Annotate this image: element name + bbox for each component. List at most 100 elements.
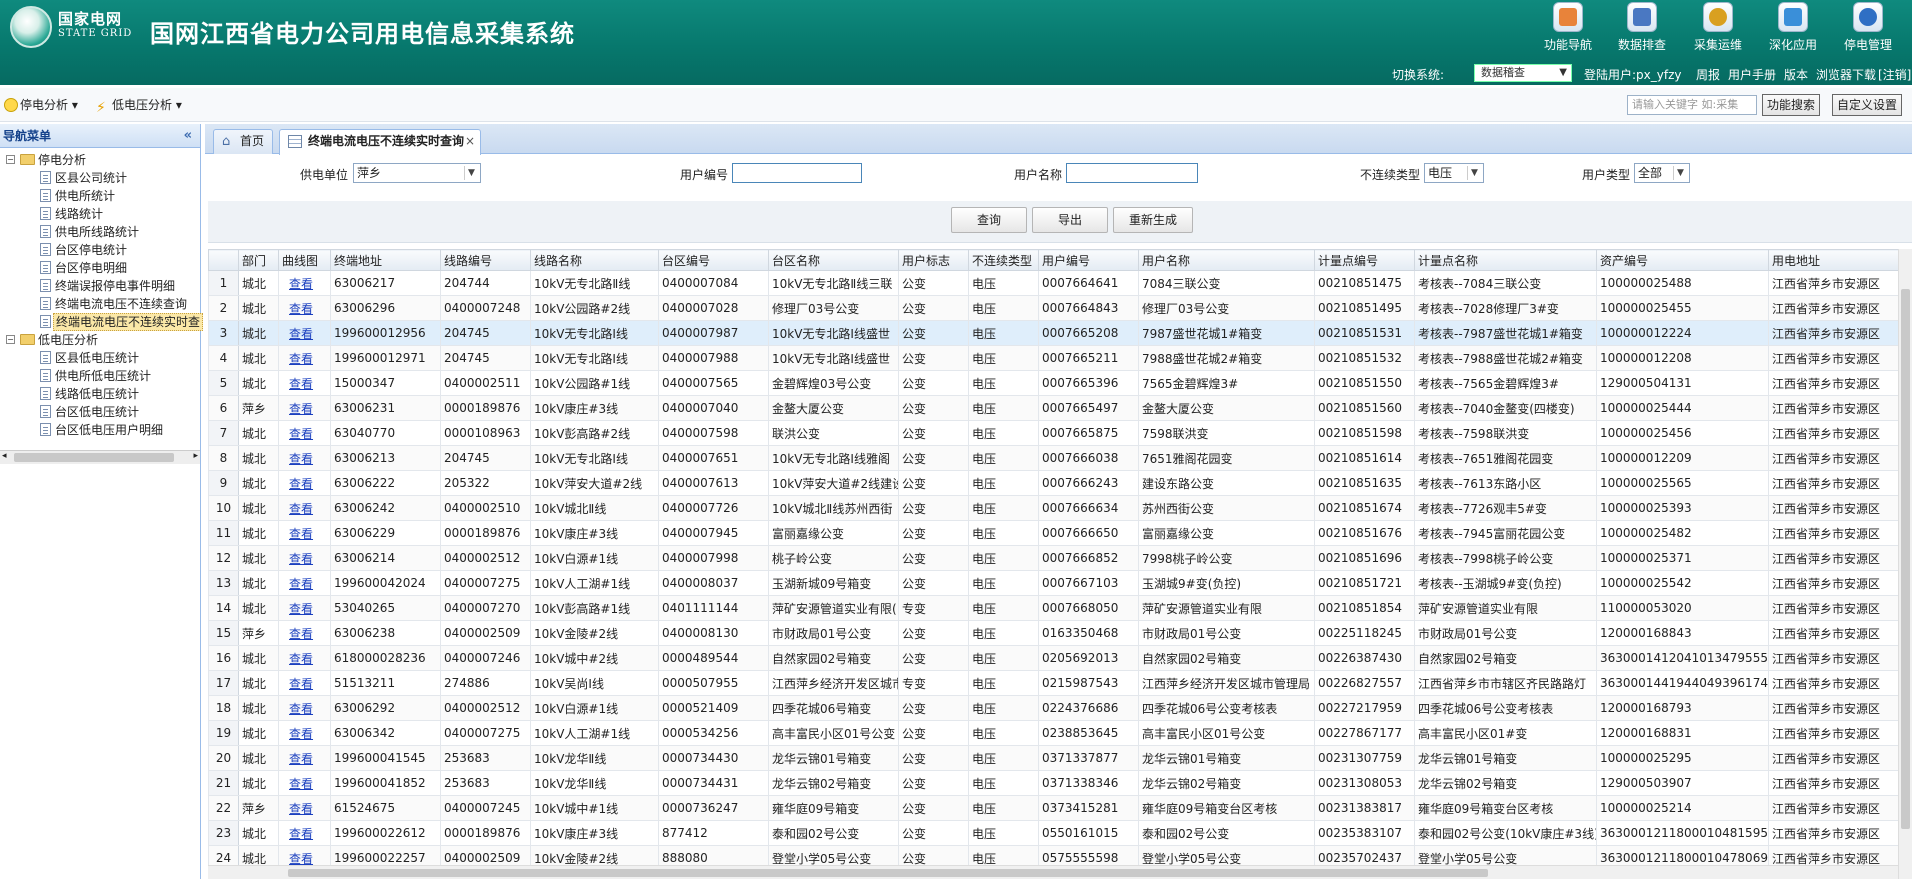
view-curve-link[interactable]: 查看 (278, 695, 331, 721)
scroll-left-icon[interactable]: ◂ (2, 451, 7, 461)
view-curve-link[interactable]: 查看 (278, 270, 331, 296)
view-curve-link[interactable]: 查看 (278, 845, 331, 865)
view-curve-link[interactable]: 查看 (278, 495, 331, 521)
tree-item-county-company-stats[interactable]: 区县公司统计 (0, 169, 200, 187)
tree-item-station-stats[interactable]: 供电所统计 (0, 187, 200, 205)
column-header[interactable]: 不连续类型 (968, 249, 1039, 271)
view-curve-link[interactable]: 查看 (278, 295, 331, 321)
nav-outage-mgmt[interactable]: 停电管理 (1830, 2, 1906, 53)
unit-select[interactable]: 萍乡 ▼ (353, 163, 481, 183)
link-weekly[interactable]: 周报 (1696, 66, 1720, 83)
column-header[interactable]: 用电地址 (1768, 249, 1904, 271)
table-row[interactable]: 11 城北 查看 63006229 0000189876 10kV康庄#3线 0400007… (208, 520, 1904, 546)
link-version[interactable]: 版本 (1784, 66, 1808, 83)
view-curve-link[interactable]: 查看 (278, 520, 331, 546)
user-type-select[interactable]: 全部 ▼ (1634, 163, 1690, 183)
scrollbar-thumb[interactable] (288, 869, 1488, 877)
function-search-button[interactable]: 功能搜索 (1762, 94, 1821, 116)
nav-deep-app[interactable]: 深化应用 (1755, 2, 1831, 53)
table-row[interactable]: 19 城北 查看 63006342 0400007275 10kV人工湖#1线 000053… (208, 720, 1904, 746)
view-curve-link[interactable]: 查看 (278, 420, 331, 446)
column-header[interactable]: 线路编号 (440, 249, 531, 271)
table-row[interactable]: 16 城北 查看 618000028236 0400007246 10kV城中#2线 000… (208, 645, 1904, 671)
view-curve-link[interactable]: 查看 (278, 370, 331, 396)
table-row[interactable]: 2 城北 查看 63006296 0400007248 10kV公园路#2线 0400007… (208, 295, 1904, 321)
view-curve-link[interactable]: 查看 (278, 770, 331, 796)
user-no-input[interactable] (732, 163, 862, 183)
table-row[interactable]: 21 城北 查看 199600041852 253683 10kV龙华Ⅱ线 00007344… (208, 770, 1904, 796)
view-curve-link[interactable]: 查看 (278, 620, 331, 646)
tree-item-county-low-voltage[interactable]: 区县低电压统计 (0, 349, 200, 367)
table-row[interactable]: 17 城北 查看 51513211 274886 10kV吴尚Ⅰ线 0000507955 江西… (208, 670, 1904, 696)
tree-item-line-low-voltage[interactable]: 线路低电压统计 (0, 385, 200, 403)
column-header[interactable]: 部门 (238, 249, 279, 271)
tree-group-outage-analysis[interactable]: − 停电分析 (0, 151, 200, 169)
grid-horizontal-scrollbar[interactable] (208, 865, 1898, 879)
tree-item-station-line-stats[interactable]: 供电所线路统计 (0, 223, 200, 241)
table-row[interactable]: 23 城北 查看 199600022612 0000189876 10kV康庄#3线 877… (208, 820, 1904, 846)
view-curve-link[interactable]: 查看 (278, 570, 331, 596)
view-curve-link[interactable]: 查看 (278, 445, 331, 471)
column-header[interactable]: 用户标志 (898, 249, 969, 271)
outage-analysis-menu[interactable]: 停电分析 ▾ (4, 96, 78, 113)
column-header[interactable]: 用户编号 (1038, 249, 1139, 271)
scroll-right-icon[interactable]: ▸ (193, 451, 198, 461)
link-browser-download[interactable]: 浏览器下载 (1816, 66, 1876, 83)
tree-item-area-outage-stats[interactable]: 台区停电统计 (0, 241, 200, 259)
query-button[interactable]: 查询 (951, 207, 1027, 233)
column-header[interactable]: 终端地址 (330, 249, 441, 271)
table-row[interactable]: 5 城北 查看 15000347 0400002511 10kV公园路#1线 0400007… (208, 370, 1904, 396)
table-row[interactable]: 1 城北 查看 63006217 204744 10kV无专北路Ⅱ线 0400007084 1… (208, 270, 1904, 296)
table-row[interactable]: 13 城北 查看 199600042024 0400007275 10kV人工湖#1线 04… (208, 570, 1904, 596)
table-row[interactable]: 7 城北 查看 63040770 0000108963 10kV彭高路#2线 0400007… (208, 420, 1904, 446)
table-row[interactable]: 18 城北 查看 63006292 0400002512 10kV白源#1线 0000521… (208, 695, 1904, 721)
table-row[interactable]: 15 萍乡 查看 63006238 0400002509 10kV金陵#2线 0400008… (208, 620, 1904, 646)
tab-discontinuity-realtime[interactable]: 终端电流电压不连续实时查询 × (279, 129, 481, 155)
view-curve-link[interactable]: 查看 (278, 645, 331, 671)
link-user-manual[interactable]: 用户手册 (1728, 66, 1776, 83)
table-row[interactable]: 9 城北 查看 63006222 205322 10kV萍安大道#2线 0400007613… (208, 470, 1904, 496)
column-header[interactable]: 台区编号 (658, 249, 769, 271)
tree-item-station-low-voltage[interactable]: 供电所低电压统计 (0, 367, 200, 385)
low-voltage-analysis-menu[interactable]: ⚡ 低电压分析 ▾ (96, 96, 182, 115)
column-header[interactable]: 资产编号 (1596, 249, 1769, 271)
table-row[interactable]: 4 城北 查看 199600012971 204745 10kV无专北路Ⅰ线 0400007… (208, 345, 1904, 371)
column-header[interactable]: 曲线图 (278, 249, 331, 271)
link-logout[interactable]: [注销] (1878, 66, 1911, 83)
table-row[interactable]: 12 城北 查看 63006214 0400002512 10kV白源#1线 0400007… (208, 545, 1904, 571)
view-curve-link[interactable]: 查看 (278, 720, 331, 746)
view-curve-link[interactable]: 查看 (278, 320, 331, 346)
view-curve-link[interactable]: 查看 (278, 345, 331, 371)
nav-function-navigation[interactable]: 功能导航 (1530, 2, 1606, 53)
view-curve-link[interactable]: 查看 (278, 470, 331, 496)
tree-item-discontinuity-realtime[interactable]: 终端电流电压不连续实时查 (0, 313, 204, 331)
scrollbar-thumb[interactable] (1901, 289, 1910, 829)
tree-item-area-low-voltage-users[interactable]: 台区低电压用户明细 (0, 421, 200, 439)
collapse-toggle-icon[interactable]: − (6, 335, 15, 344)
column-header[interactable]: 用户名称 (1138, 249, 1315, 271)
user-name-input[interactable] (1066, 163, 1198, 183)
view-curve-link[interactable]: 查看 (278, 795, 331, 821)
scrollbar-thumb[interactable] (14, 453, 174, 462)
table-row[interactable]: 6 萍乡 查看 63006231 0000189876 10kV康庄#3线 04000070… (208, 395, 1904, 421)
tree-item-false-outage-detail[interactable]: 终端误报停电事件明细 (0, 277, 200, 295)
view-curve-link[interactable]: 查看 (278, 595, 331, 621)
discontinuity-type-select[interactable]: 电压 ▼ (1424, 163, 1484, 183)
grid-vertical-scrollbar[interactable] (1898, 249, 1912, 879)
view-curve-link[interactable]: 查看 (278, 545, 331, 571)
custom-settings-button[interactable]: 自定义设置 (1832, 94, 1903, 116)
table-row[interactable]: 3 城北 查看 199600012956 204745 10kV无专北路Ⅰ线 0400007… (208, 320, 1904, 346)
view-curve-link[interactable]: 查看 (278, 670, 331, 696)
table-row[interactable]: 8 城北 查看 63006213 204745 10kV无专北路Ⅰ线 0400007651 1… (208, 445, 1904, 471)
table-row[interactable]: 14 城北 查看 53040265 0400007270 10kV彭高路#1线 040111… (208, 595, 1904, 621)
nav-data-check[interactable]: 数据排查 (1604, 2, 1680, 53)
table-row[interactable]: 22 萍乡 查看 61524675 0400007245 10kV城中#1线 0000736… (208, 795, 1904, 821)
tree-item-line-stats[interactable]: 线路统计 (0, 205, 200, 223)
switch-system-select[interactable]: 数据稽查 ▼ (1474, 64, 1572, 82)
collapse-toggle-icon[interactable]: − (6, 155, 15, 164)
table-row[interactable]: 24 城北 查看 199600022257 0400002509 10kV金陵#2线 888… (208, 845, 1904, 865)
table-row[interactable]: 20 城北 查看 199600041545 253683 10kV龙华Ⅱ线 00007344… (208, 745, 1904, 771)
view-curve-link[interactable]: 查看 (278, 395, 331, 421)
tree-item-area-outage-detail[interactable]: 台区停电明细 (0, 259, 200, 277)
keyword-search-input[interactable]: 请输入关键字 如:采集 (1627, 95, 1757, 115)
